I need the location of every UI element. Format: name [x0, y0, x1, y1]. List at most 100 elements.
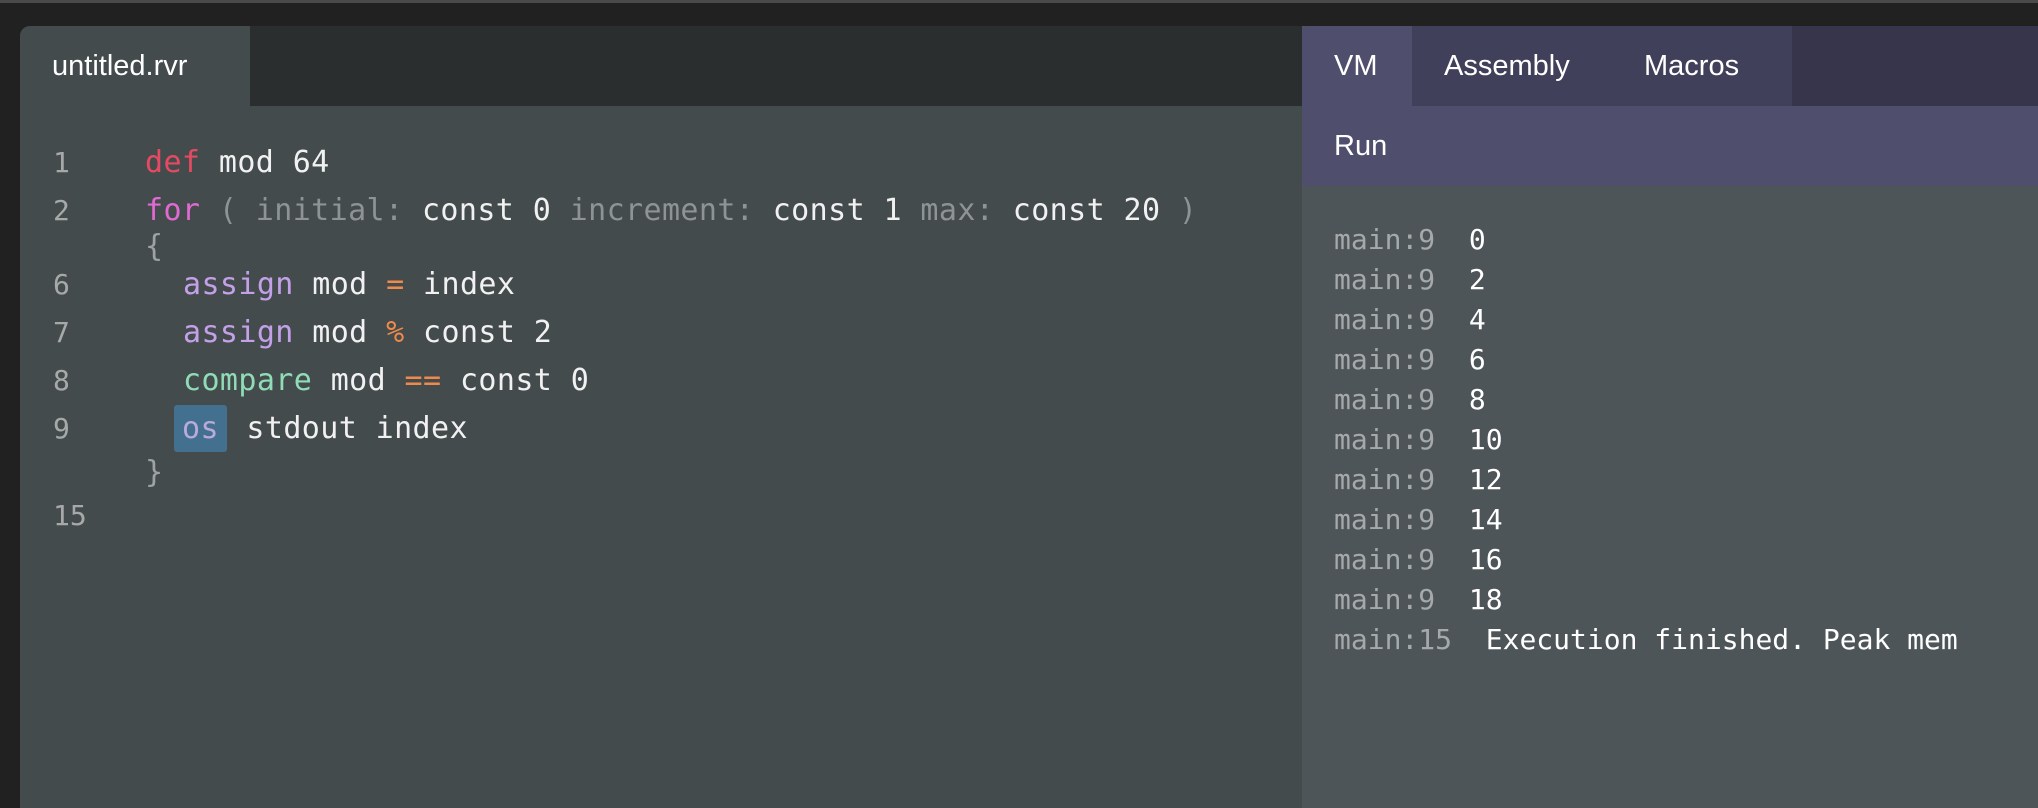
code-text: compare mod == const 0	[183, 359, 589, 403]
line-number: 6	[53, 268, 70, 301]
code-text: def mod 64	[145, 141, 330, 185]
code-token: def	[145, 145, 201, 180]
run-button[interactable]: Run	[1334, 106, 1387, 186]
line-number: 1	[53, 146, 70, 179]
code-token: {	[145, 229, 164, 264]
output-location: main:9	[1334, 503, 1436, 536]
code-text: assign mod = index	[183, 263, 515, 307]
code-line[interactable]: 6 assign mod = index	[20, 263, 1302, 307]
output-location: main:9	[1334, 463, 1436, 496]
code-token: max:	[920, 193, 1013, 228]
line-number: 7	[53, 316, 70, 349]
output-value: 6	[1468, 343, 1486, 376]
output-value: 14	[1468, 503, 1503, 536]
output-line: main:9 6	[1334, 340, 1486, 380]
output-location: main:9	[1334, 343, 1436, 376]
code-line[interactable]: }	[20, 451, 1302, 495]
line-number: 8	[53, 364, 70, 397]
line-number: 15	[53, 499, 87, 532]
run-toolbar: Run	[1302, 106, 2038, 186]
code-editor[interactable]: untitled.rvr 1 def mod 64 2 for ( initial: …	[20, 26, 1302, 808]
code-token: mod 64	[200, 145, 330, 180]
code-line[interactable]: 8 compare mod == const 0	[20, 359, 1302, 403]
code-text: os stdout index	[174, 405, 468, 452]
code-token: mod	[293, 267, 387, 302]
output-line: main:9 14	[1334, 500, 1503, 540]
output-line: main:9 0	[1334, 220, 1486, 260]
code-line[interactable]: 7 assign mod % const 2	[20, 311, 1302, 355]
output-value: Execution finished. Peak mem	[1485, 623, 1958, 656]
code-token: assign	[183, 315, 294, 350]
output-line: main:9 18	[1334, 580, 1503, 620]
output-line: main:9 10	[1334, 420, 1503, 460]
code-token: increment:	[569, 193, 773, 228]
code-token: %	[386, 315, 405, 350]
code-token: for	[145, 193, 201, 228]
tab-assembly[interactable]: Assembly	[1412, 26, 1606, 106]
code-text: }	[145, 451, 163, 495]
output-value: 18	[1468, 583, 1503, 616]
code-token: )	[1160, 193, 1198, 228]
code-token: index	[404, 267, 516, 302]
output-location: main:9	[1334, 583, 1436, 616]
code-token: mod	[293, 315, 387, 350]
output-location: main:9	[1334, 223, 1436, 256]
output-value: 0	[1468, 223, 1486, 256]
line-number: 9	[53, 412, 70, 445]
code-token: const 0	[421, 193, 570, 228]
output-value: 10	[1468, 423, 1503, 456]
editor-tab-bar: untitled.rvr	[20, 26, 1302, 106]
output-line: main:9 2	[1334, 260, 1486, 300]
code-token: =	[386, 267, 405, 302]
code-token: initial:	[255, 193, 422, 228]
vm-tab-bar: VM Assembly Macros	[1302, 26, 2038, 106]
output-value: 8	[1468, 383, 1486, 416]
output-location: main:9	[1334, 263, 1436, 296]
output-location: main:9	[1334, 303, 1436, 336]
code-token: assign	[183, 267, 294, 302]
code-token: const 0	[441, 363, 590, 398]
code-token: ==	[404, 363, 442, 398]
output-value: 16	[1468, 543, 1503, 576]
code-token: }	[145, 455, 164, 490]
output-value: 12	[1468, 463, 1503, 496]
code-token: const 2	[404, 315, 553, 350]
code-line[interactable]: 1 def mod 64	[20, 141, 1302, 185]
tab-macros[interactable]: Macros	[1606, 26, 1792, 106]
output-line: main:15 Execution finished. Peak mem	[1334, 620, 1958, 660]
highlighted-token: os	[174, 405, 227, 452]
vm-panel: VM Assembly Macros Run main:9 0 main:9 2m…	[1302, 26, 2038, 808]
code-text: assign mod % const 2	[183, 311, 552, 355]
file-tab-untitled[interactable]: untitled.rvr	[20, 26, 250, 106]
output-value: 4	[1468, 303, 1486, 336]
output-line: main:9 12	[1334, 460, 1503, 500]
code-token: mod	[312, 363, 405, 398]
output-location: main:9	[1334, 383, 1436, 416]
tab-vm[interactable]: VM	[1302, 26, 1412, 106]
window-top-border	[0, 0, 2038, 3]
code-token: (	[200, 193, 256, 228]
output-line: main:9 16	[1334, 540, 1503, 580]
output-line: main:9 4	[1334, 300, 1486, 340]
output-line: main:9 8	[1334, 380, 1486, 420]
code-line[interactable]: 15	[20, 494, 1302, 538]
code-token: const 1	[772, 193, 921, 228]
output-value: 2	[1468, 263, 1486, 296]
code-token: const 20	[1012, 193, 1161, 228]
code-line[interactable]: 9 os stdout index	[20, 405, 1302, 452]
code-token: compare	[183, 363, 313, 398]
code-token: stdout index	[227, 411, 468, 446]
output-location: main:15	[1334, 623, 1453, 656]
output-location: main:9	[1334, 543, 1436, 576]
